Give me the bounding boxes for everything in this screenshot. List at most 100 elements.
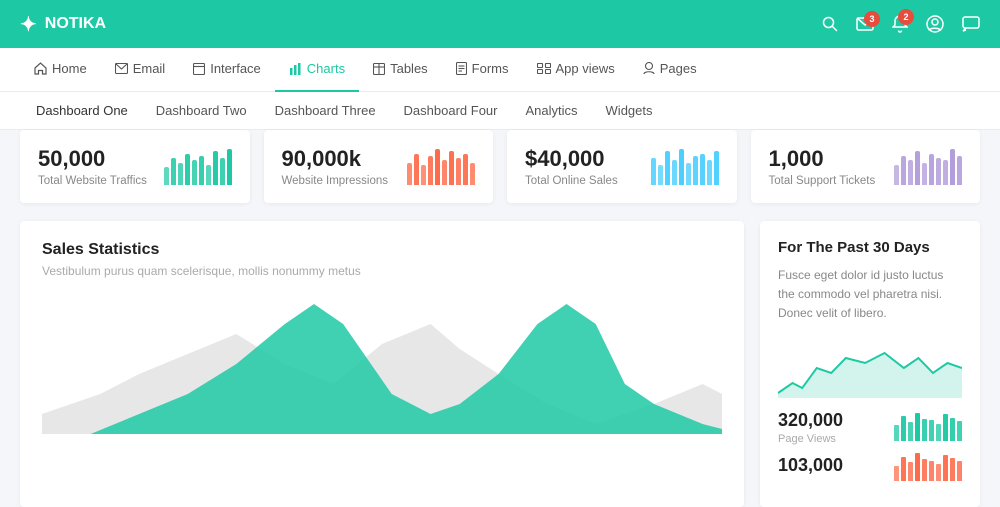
header: ✦ NOTIKA 3 2 <box>0 0 1000 48</box>
stat-chart <box>407 149 475 185</box>
mini-bar <box>936 424 941 441</box>
mini-bar <box>943 455 948 481</box>
stat-value: 1,000 <box>769 146 876 172</box>
stat-info: 90,000k Website Impressions <box>282 146 389 187</box>
bar <box>442 160 447 185</box>
bar <box>936 158 941 185</box>
bar <box>686 163 691 185</box>
mail-icon[interactable]: 3 <box>856 17 874 31</box>
bar <box>178 163 183 185</box>
stat-card-1: 90,000k Website Impressions <box>264 130 494 203</box>
nav-home[interactable]: Home <box>20 48 101 92</box>
bar <box>915 151 920 185</box>
stat-card-3: 1,000 Total Support Tickets <box>751 130 981 203</box>
user-circle-icon[interactable] <box>926 15 944 33</box>
mini-bar <box>894 425 899 441</box>
bar <box>428 156 433 185</box>
mini-bar <box>922 419 927 441</box>
nav-tables[interactable]: Tables <box>359 48 442 92</box>
right-panel-title: For The Past 30 Days <box>778 239 962 256</box>
bar <box>894 165 899 185</box>
nav-charts[interactable]: Charts <box>275 48 359 92</box>
comment-icon[interactable] <box>962 16 980 32</box>
mini-bar <box>936 464 941 481</box>
stat-info: 50,000 Total Website Traffics <box>38 146 147 187</box>
bar <box>407 163 412 185</box>
bar <box>950 149 955 185</box>
subnav-dashboard-three[interactable]: Dashboard Three <box>263 92 388 130</box>
mini-bar <box>929 461 934 481</box>
bar <box>700 154 705 185</box>
primary-nav: Home Email Interface Charts Tables Forms <box>0 48 1000 92</box>
mini-chart-area <box>778 338 962 398</box>
bell-icon[interactable]: 2 <box>892 15 908 33</box>
bar <box>435 149 440 185</box>
nav-forms[interactable]: Forms <box>442 48 523 92</box>
mini-bar <box>922 459 927 481</box>
mini-bar <box>950 458 955 481</box>
mini-bar <box>950 418 955 441</box>
bell-badge: 2 <box>898 9 914 25</box>
sales-stats-card: Sales Statistics Vestibulum purus quam s… <box>20 221 744 507</box>
bar <box>908 160 913 185</box>
pages-icon <box>643 62 655 75</box>
right-stat-value-1: 320,000 <box>778 410 843 431</box>
stat-chart <box>164 149 232 185</box>
bar <box>164 167 169 185</box>
appviews-icon <box>537 63 551 74</box>
bar <box>456 158 461 185</box>
mini-bar <box>929 420 934 441</box>
logo-text: NOTIKA <box>45 15 106 33</box>
bar <box>185 154 190 185</box>
bar <box>693 156 698 185</box>
bar <box>929 154 934 185</box>
stat-value: 50,000 <box>38 146 147 172</box>
mini-bar <box>901 457 906 481</box>
right-stat-row-2: 103,000 <box>778 453 962 481</box>
mini-bar <box>908 422 913 441</box>
sales-stats-subtitle: Vestibulum purus quam scelerisque, molli… <box>42 264 722 278</box>
nav-interface[interactable]: Interface <box>179 48 275 92</box>
mail-badge: 3 <box>864 11 880 27</box>
bar <box>227 149 232 185</box>
subnav-analytics[interactable]: Analytics <box>514 92 590 130</box>
bar <box>421 165 426 185</box>
secondary-nav: Dashboard One Dashboard Two Dashboard Th… <box>0 92 1000 130</box>
mini-bar <box>957 421 962 441</box>
stat-info: $40,000 Total Online Sales <box>525 146 618 187</box>
mini-bar <box>943 414 948 441</box>
tables-icon <box>373 63 385 75</box>
bar <box>901 156 906 185</box>
bar <box>714 151 719 185</box>
nav-pages[interactable]: Pages <box>629 48 711 92</box>
stats-row: 50,000 Total Website Traffics 90,000k We… <box>0 130 1000 203</box>
nav-appviews[interactable]: App views <box>523 48 629 92</box>
bar <box>665 151 670 185</box>
right-panel-text: Fusce eget dolor id justo luctus the com… <box>778 266 962 324</box>
stat-value: $40,000 <box>525 146 618 172</box>
right-panel: For The Past 30 Days Fusce eget dolor id… <box>760 221 980 507</box>
stat-label: Total Online Sales <box>525 175 618 187</box>
subnav-dashboard-one[interactable]: Dashboard One <box>24 92 140 130</box>
subnav-dashboard-two[interactable]: Dashboard Two <box>144 92 259 130</box>
search-icon[interactable] <box>822 16 838 32</box>
sales-chart-area <box>42 294 722 434</box>
right-mini-bars-1 <box>894 413 962 441</box>
stat-chart <box>894 149 962 185</box>
nav-email[interactable]: Email <box>101 48 180 92</box>
bar <box>192 160 197 185</box>
bar <box>707 160 712 185</box>
bar <box>206 165 211 185</box>
bar <box>220 158 225 185</box>
home-icon <box>34 62 47 75</box>
right-stat-value-2: 103,000 <box>778 455 843 476</box>
stat-card-2: $40,000 Total Online Sales <box>507 130 737 203</box>
mini-bar <box>915 413 920 441</box>
subnav-dashboard-four[interactable]: Dashboard Four <box>392 92 510 130</box>
stat-card-0: 50,000 Total Website Traffics <box>20 130 250 203</box>
subnav-widgets[interactable]: Widgets <box>594 92 665 130</box>
stat-chart <box>651 149 719 185</box>
mini-bar <box>908 462 913 481</box>
bar <box>922 163 927 185</box>
logo: ✦ NOTIKA <box>20 12 106 37</box>
